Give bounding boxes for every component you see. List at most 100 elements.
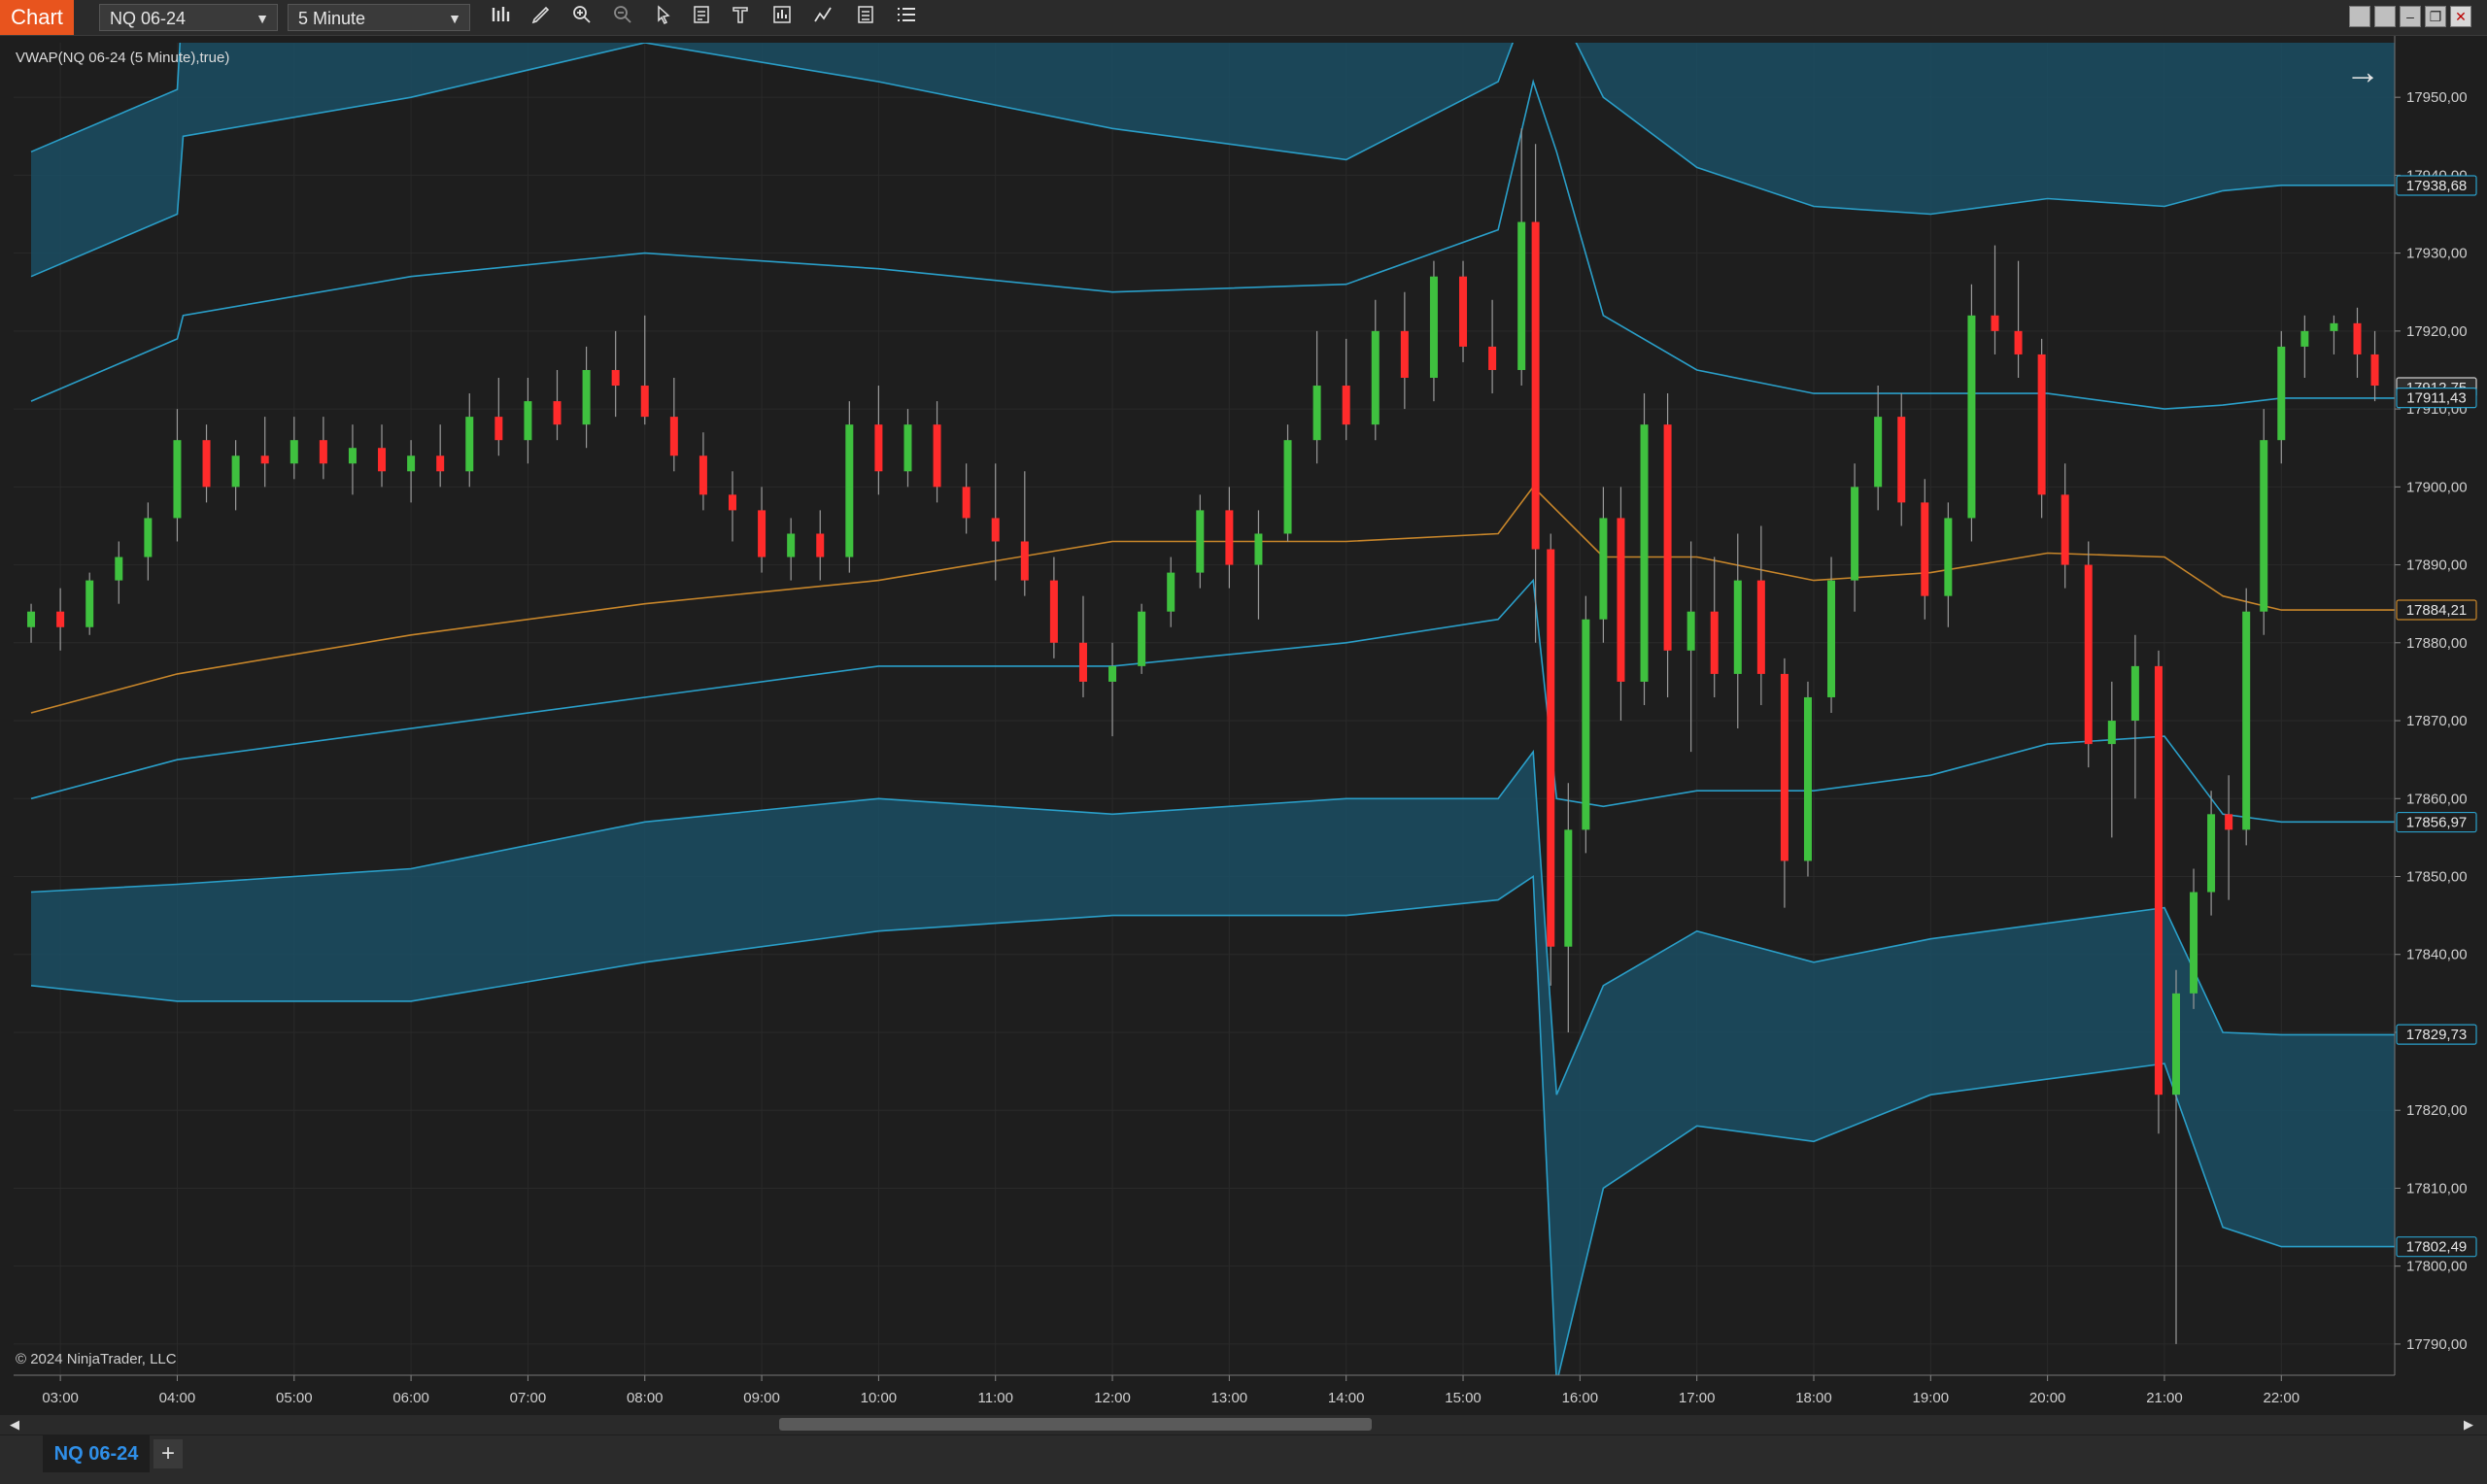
chart-panel[interactable]: 17950,0017940,0017930,0017920,0017910,00… xyxy=(0,35,2487,1415)
bar-type-icon[interactable] xyxy=(486,4,515,31)
maximize-icon[interactable]: ❐ xyxy=(2425,6,2446,27)
candle-body xyxy=(787,533,796,557)
candle-body xyxy=(1663,424,1672,651)
x-tick-label: 11:00 xyxy=(978,1390,1013,1406)
candle-body xyxy=(1283,440,1292,534)
x-tick-label: 21:00 xyxy=(2146,1390,2183,1406)
candle-body xyxy=(202,440,211,488)
candle-body xyxy=(2107,721,2116,745)
interval-selector[interactable]: 5 Minute ▼ xyxy=(288,4,470,31)
candle-body xyxy=(1459,276,1468,347)
candle-body xyxy=(640,386,649,418)
candle-body xyxy=(1617,518,1625,682)
templates-icon[interactable] xyxy=(727,4,756,31)
candle-body xyxy=(758,510,767,557)
add-tab-button[interactable]: + xyxy=(153,1439,183,1468)
scroll-left-icon[interactable]: ◀ xyxy=(10,1417,19,1433)
candle-body xyxy=(1640,424,1649,682)
close-icon[interactable]: ✕ xyxy=(2450,6,2471,27)
zoom-in-icon[interactable] xyxy=(567,4,596,31)
candle-body xyxy=(27,611,36,627)
candle-body xyxy=(2190,892,2198,994)
candle-body xyxy=(2154,665,2163,1096)
candle-body xyxy=(991,518,1000,542)
candle-body xyxy=(2353,322,2362,354)
candle-body xyxy=(1756,580,1765,674)
x-tick-label: 18:00 xyxy=(1795,1390,1832,1406)
chevron-down-icon: ▼ xyxy=(256,11,269,26)
candle-body xyxy=(1991,315,1999,331)
chart-toolbar: Chart NQ 06-24 ▼ 5 Minute ▼ – ❐ ✕ xyxy=(0,0,2487,36)
candle-body xyxy=(903,424,912,472)
copyright-text: © 2024 NinjaTrader, LLC xyxy=(16,1351,177,1367)
draw-pencil-icon[interactable] xyxy=(527,4,556,31)
indicator-label[interactable]: VWAP(NQ 06-24 (5 Minute),true) xyxy=(16,50,229,66)
price-marker-label: 17829,73 xyxy=(2406,1027,2468,1043)
candle-body xyxy=(698,455,707,495)
y-tick-label: 17800,00 xyxy=(2406,1259,2468,1275)
y-tick-label: 17930,00 xyxy=(2406,246,2468,262)
candle-body xyxy=(1547,549,1555,947)
properties-icon[interactable] xyxy=(851,4,880,31)
pointer-icon[interactable] xyxy=(649,4,678,31)
x-tick-label: 12:00 xyxy=(1094,1390,1131,1406)
instrument-value: NQ 06-24 xyxy=(110,9,187,28)
tab-nq-06-24[interactable]: NQ 06-24 xyxy=(43,1435,150,1472)
y-tick-label: 17870,00 xyxy=(2406,713,2468,729)
candle-body xyxy=(1944,518,1953,596)
x-tick-label: 16:00 xyxy=(1562,1390,1599,1406)
app-title[interactable]: Chart xyxy=(0,0,74,35)
candle-body xyxy=(56,611,65,627)
price-marker-label: 17802,49 xyxy=(2406,1239,2468,1256)
candle-body xyxy=(1020,541,1029,581)
candle-body xyxy=(524,401,532,441)
price-marker-label: 17911,43 xyxy=(2406,390,2466,407)
candle-body xyxy=(669,417,678,456)
zoom-out-icon[interactable] xyxy=(608,4,637,31)
candle-body xyxy=(933,424,941,488)
x-tick-label: 06:00 xyxy=(392,1390,429,1406)
candle-body xyxy=(1078,642,1087,682)
price-marker-label: 17884,21 xyxy=(2406,602,2468,619)
x-tick-label: 17:00 xyxy=(1679,1390,1716,1406)
candle-body xyxy=(348,448,357,464)
list-icon[interactable] xyxy=(892,4,921,31)
tab-bar xyxy=(0,1435,2487,1484)
x-tick-label: 10:00 xyxy=(861,1390,898,1406)
candle-body xyxy=(115,556,123,581)
candle-body xyxy=(2370,354,2379,387)
candle-body xyxy=(1780,673,1789,861)
arrow-right-icon[interactable]: → xyxy=(2345,51,2380,93)
instrument-selector[interactable]: NQ 06-24 ▼ xyxy=(99,4,278,31)
candle-body xyxy=(465,417,474,472)
indicators-icon[interactable] xyxy=(808,4,837,31)
candle-body xyxy=(1049,580,1058,643)
restore-down-icon[interactable] xyxy=(2374,6,2396,27)
scroll-right-icon[interactable]: ▶ xyxy=(2464,1417,2473,1433)
candle-body xyxy=(1371,330,1380,425)
candle-body xyxy=(2037,354,2046,495)
candle-body xyxy=(582,369,591,425)
minimize-icon[interactable]: – xyxy=(2400,6,2421,27)
candle-body xyxy=(1599,518,1608,620)
candle-body xyxy=(1710,611,1719,674)
candle-body xyxy=(494,417,503,441)
y-tick-label: 17820,00 xyxy=(2406,1102,2468,1119)
x-tick-label: 20:00 xyxy=(2029,1390,2066,1406)
candle-body xyxy=(1400,330,1409,379)
candle-body xyxy=(2061,494,2069,565)
price-chart[interactable]: 17950,0017940,0017930,0017920,0017910,00… xyxy=(0,35,2487,1415)
strategies-icon[interactable] xyxy=(767,4,797,31)
candle-body xyxy=(1967,315,1976,519)
x-tick-label: 13:00 xyxy=(1211,1390,1248,1406)
candle-body xyxy=(1254,533,1263,565)
candle-body xyxy=(553,401,562,425)
candle-body xyxy=(1138,611,1146,666)
data-box-icon[interactable] xyxy=(688,4,717,31)
scrollbar-thumb[interactable] xyxy=(779,1418,1372,1431)
interval-value: 5 Minute xyxy=(298,9,366,28)
candle-body xyxy=(728,494,736,511)
tile-icon[interactable] xyxy=(2349,6,2370,27)
x-tick-label: 04:00 xyxy=(159,1390,196,1406)
candle-body xyxy=(1196,510,1205,573)
